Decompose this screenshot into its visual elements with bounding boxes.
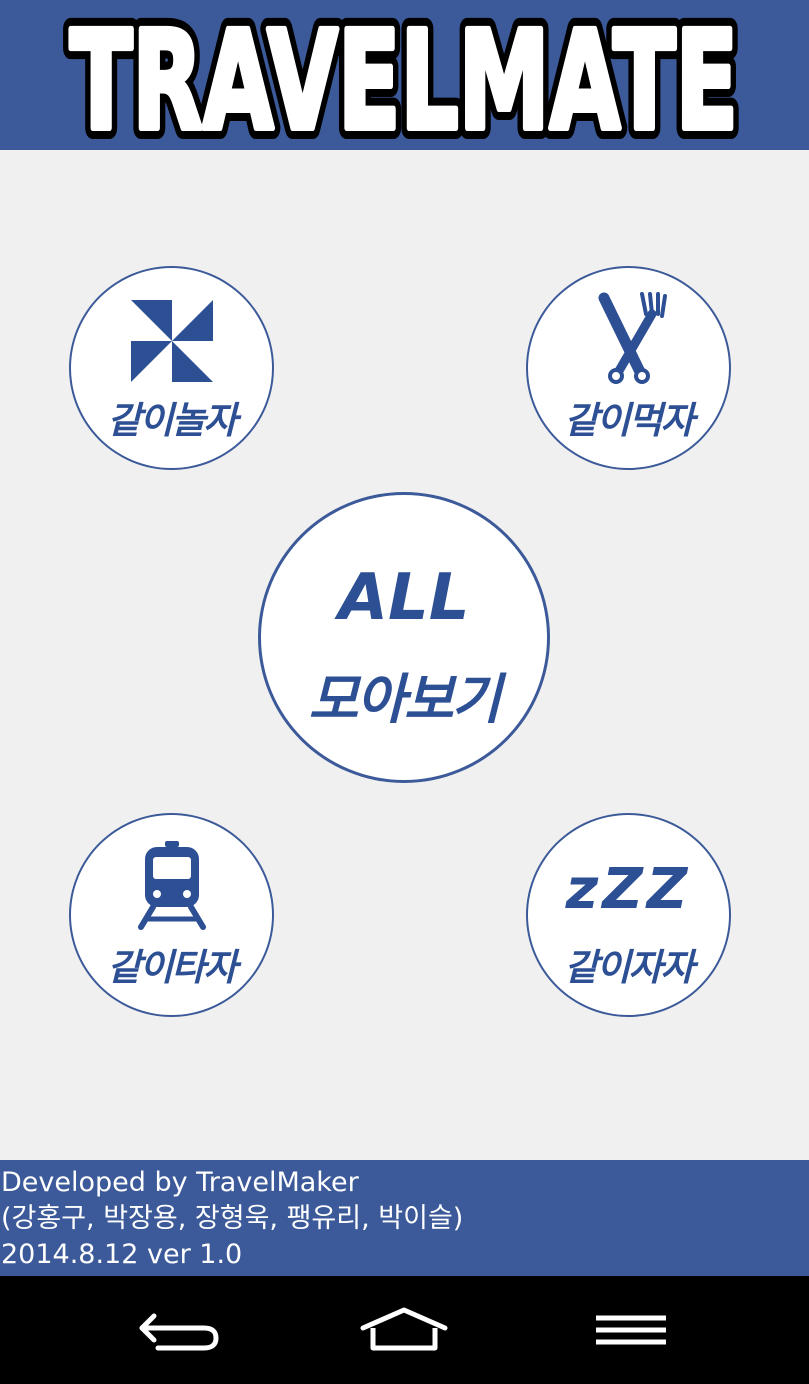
menu-icon <box>596 1315 666 1345</box>
fork-knife-icon <box>598 292 667 384</box>
app-header: TRAVELMATE TRAVELMATE <box>0 0 809 150</box>
sleep-together-label: 같이자자 <box>564 946 694 989</box>
play-together-button[interactable]: 같이놀자 <box>69 266 274 470</box>
train-icon <box>137 841 206 930</box>
ride-together-button[interactable]: 같이타자 <box>69 813 274 1017</box>
ride-together-label: 같이타자 <box>107 946 237 989</box>
play-together-label: 같이놀자 <box>107 399 237 442</box>
app-logo: TRAVELMATE TRAVELMATE <box>59 0 749 150</box>
team-members: (강홍구, 박장용, 장형욱, 팽유리, 박이슬) <box>1 1203 464 1234</box>
view-all-title: ALL <box>338 561 470 635</box>
view-all-button[interactable]: ALL 모아보기 <box>258 492 550 783</box>
back-arrow-icon <box>139 1313 219 1351</box>
main-menu: 같이놀자 같이먹자 ALL 모아보기 같이타자 zZZ 같이자자 <box>0 150 809 1160</box>
developer-credit: Developed by TravelMaker <box>1 1167 359 1198</box>
eat-together-button[interactable]: 같이먹자 <box>526 266 731 470</box>
eat-together-label: 같이먹자 <box>564 399 694 442</box>
back-button[interactable] <box>124 1300 234 1360</box>
app-title: TRAVELMATE <box>70 3 738 150</box>
system-nav-bar <box>0 1276 809 1384</box>
home-button[interactable] <box>349 1300 459 1360</box>
menu-button[interactable] <box>576 1300 686 1360</box>
sleep-together-button[interactable]: zZZ 같이자자 <box>526 813 731 1017</box>
pinwheel-icon <box>130 300 213 382</box>
version-info: 2014.8.12 ver 1.0 <box>1 1239 243 1270</box>
zzz-icon: zZZ <box>565 857 692 922</box>
home-icon <box>360 1307 448 1351</box>
view-all-label: 모아보기 <box>308 668 502 731</box>
credits-footer: Developed by TravelMaker (강홍구, 박장용, 장형욱,… <box>0 1160 809 1276</box>
